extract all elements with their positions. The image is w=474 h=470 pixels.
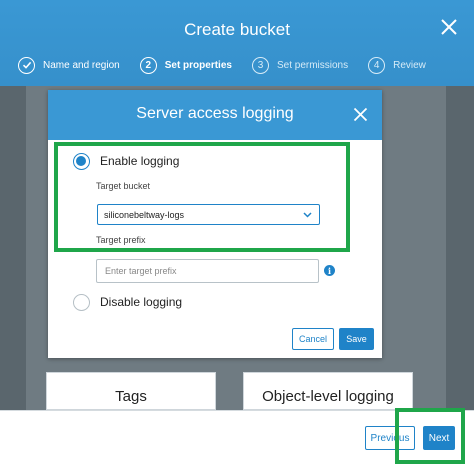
disable-logging-label: Disable logging [100,295,183,309]
close-icon[interactable] [440,18,458,36]
step-label: Name and region [43,59,120,71]
check-icon [18,56,35,74]
disable-logging-radio[interactable] [73,294,90,311]
highlight-next-button [395,408,465,464]
tags-card[interactable]: Tags [46,372,216,410]
tags-card-title: Tags [115,388,147,405]
step-set-permissions[interactable]: 3 Set permissions [251,56,349,74]
target-prefix-input[interactable]: Enter target prefix [96,259,319,283]
dialog-cancel-button[interactable]: Cancel [292,328,334,350]
dialog-title: Server access logging [136,105,294,122]
wizard-steps: Name and region 2 Set properties 3 Set p… [18,53,464,77]
modal-title: Create bucket [184,20,290,39]
object-level-logging-card[interactable]: Object-level logging [243,372,413,410]
object-level-logging-card-title: Object-level logging [262,388,394,405]
step-review[interactable]: 4 Review [368,56,426,74]
step-label: Review [393,59,426,71]
step-name-and-region[interactable]: Name and region [18,56,120,74]
step-number: 4 [368,56,386,74]
close-icon[interactable] [353,107,368,122]
modal-header: Create bucket Name and region 2 Set prop… [0,0,474,86]
info-icon[interactable]: i [324,265,335,276]
step-number: 3 [251,56,269,74]
dialog-header: Server access logging [48,90,382,140]
step-label: Set permissions [276,59,349,71]
step-label: Set properties [164,59,232,71]
highlight-enable-logging [54,142,350,252]
step-set-properties[interactable]: 2 Set properties [139,56,232,74]
step-number: 2 [139,56,157,74]
dialog-save-button[interactable]: Save [339,328,374,350]
